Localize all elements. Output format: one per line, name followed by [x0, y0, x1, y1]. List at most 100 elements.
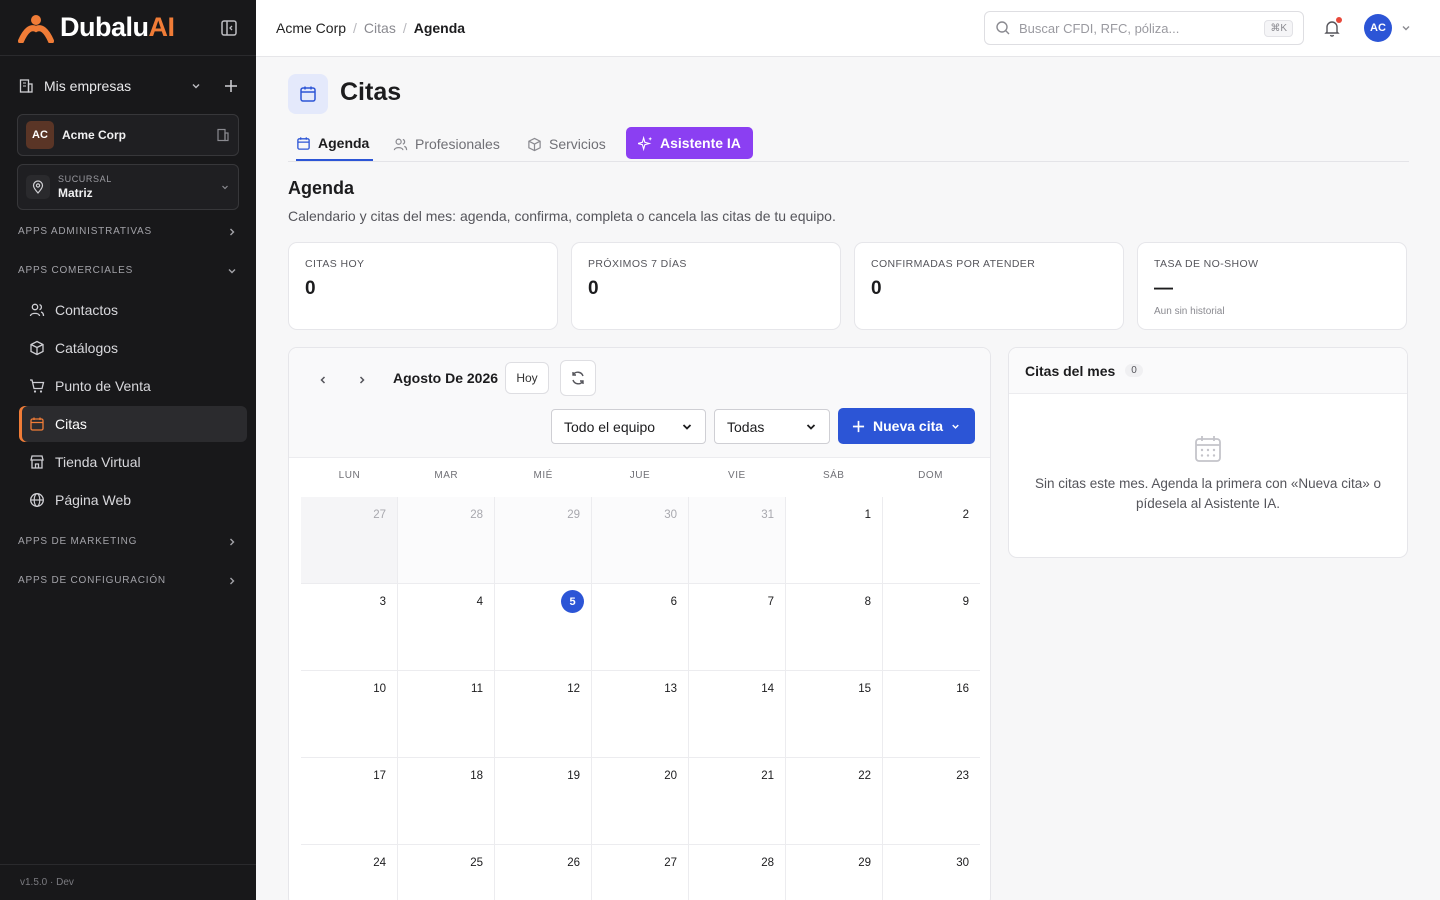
day-number: 11 [471, 683, 483, 695]
calendar-day-cell[interactable]: 16 [883, 671, 980, 758]
calendar-grid: 27 28 29 30 31 1 2 3 4 5 6 7 8 9 10 11 12 13 14 15 16 17 18 19 2… [301, 497, 980, 900]
chevron-right-icon [230, 538, 235, 545]
team-filter-select[interactable]: Todo el equipo [551, 409, 706, 444]
search-input[interactable]: Buscar CFDI, RFC, póliza... ⌘K [984, 11, 1304, 45]
chevron-down-icon[interactable] [190, 80, 202, 92]
day-number: 2 [962, 509, 969, 521]
calendar-day-cell[interactable]: 1 [786, 497, 883, 584]
branch-selector[interactable]: SUCURSAL Matriz [17, 164, 239, 210]
calendar-day-cell[interactable]: 18 [398, 758, 495, 845]
tab-asistente-ia[interactable]: Asistente IA [626, 127, 753, 159]
sidebar-item-contactos[interactable]: Contactos [19, 292, 247, 328]
building-icon [217, 128, 229, 142]
calendar-day-cell[interactable]: 3 [301, 584, 398, 671]
calendar-day-cell[interactable]: 23 [883, 758, 980, 845]
day-number: 15 [858, 683, 871, 695]
tab-servicios[interactable]: Servicios [527, 127, 606, 161]
day-number: 1 [864, 509, 871, 521]
status-filter-select[interactable]: Todas [714, 409, 830, 444]
calendar-day-cell[interactable]: 30 [592, 497, 689, 584]
calendar-day-cell[interactable]: 8 [786, 584, 883, 671]
calendar-day-cell[interactable]: 27 [301, 497, 398, 584]
globe-icon [30, 493, 44, 507]
calendar-day-cell[interactable]: 11 [398, 671, 495, 758]
brand-logo-icon [18, 14, 54, 43]
plus-icon[interactable] [224, 79, 238, 93]
new-appointment-button[interactable]: Nueva cita [838, 408, 975, 444]
day-number: 26 [567, 857, 580, 869]
tab-bar: Agenda Profesionales Servicios Asistente… [288, 127, 1409, 162]
weekday-label: MIÉ [533, 470, 553, 481]
calendar-day-cell[interactable]: 28 [398, 497, 495, 584]
calendar-empty-icon [1195, 436, 1221, 462]
breadcrumb-item[interactable]: Acme Corp [276, 20, 346, 36]
brand-name[interactable]: DubaluAI [60, 12, 175, 43]
tab-label: Servicios [549, 136, 606, 152]
calendar-day-cell[interactable]: 2 [883, 497, 980, 584]
group-apps-marketing[interactable]: APPS DE MARKETING [0, 522, 256, 561]
breadcrumb-item[interactable]: Citas [364, 20, 396, 36]
calendar-week-row: 17 18 19 20 21 22 23 [301, 758, 980, 845]
today-button[interactable]: Hoy [505, 362, 549, 394]
sidebar-item-tienda-virtual[interactable]: Tienda Virtual [19, 444, 247, 480]
panel-title: Citas del mes [1025, 362, 1116, 379]
calendar-day-cell[interactable]: 21 [689, 758, 786, 845]
sidebar-item-catalogos[interactable]: Catálogos [19, 330, 247, 366]
day-number: 17 [373, 770, 386, 782]
calendar-day-cell[interactable]: 24 [301, 845, 398, 900]
calendar-day-cell[interactable]: 14 [689, 671, 786, 758]
calendar-day-cell[interactable]: 15 [786, 671, 883, 758]
group-apps-administrativas[interactable]: APPS ADMINISTRATIVAS [0, 212, 256, 251]
section-description: Calendario y citas del mes: agenda, conf… [288, 208, 836, 224]
next-month-button[interactable] [352, 370, 372, 390]
day-number: 21 [761, 770, 774, 782]
calendar-day-cell[interactable]: 20 [592, 758, 689, 845]
calendar-day-cell[interactable]: 4 [398, 584, 495, 671]
calendar-toolbar: Agosto De 2026 Hoy Todo el equipo Todas … [289, 348, 990, 458]
company-selector[interactable]: AC Acme Corp [17, 114, 239, 156]
breadcrumb-separator: / [353, 20, 357, 36]
calendar-day-cell[interactable]: 17 [301, 758, 398, 845]
prev-month-button[interactable] [313, 370, 333, 390]
calendar-day-cell[interactable]: 29 [786, 845, 883, 900]
search-shortcut: ⌘K [1264, 19, 1293, 37]
user-avatar[interactable]: AC [1364, 14, 1392, 42]
day-number: 20 [664, 770, 677, 782]
calendar-day-cell[interactable]: 26 [495, 845, 592, 900]
calendar-day-cell[interactable]: 29 [495, 497, 592, 584]
calendar-day-cell[interactable]: 13 [592, 671, 689, 758]
group-apps-configuracion[interactable]: APPS DE CONFIGURACIÓN [0, 561, 256, 600]
chevron-down-icon [228, 268, 236, 273]
refresh-button[interactable] [560, 360, 596, 396]
calendar-day-cell[interactable]: 31 [689, 497, 786, 584]
kpi-subtext: Aun sin historial [1154, 306, 1225, 317]
calendar-day-cell[interactable]: 6 [592, 584, 689, 671]
group-apps-comerciales[interactable]: APPS COMERCIALES [0, 251, 256, 290]
tab-profesionales[interactable]: Profesionales [393, 127, 500, 161]
sidebar-item-punto-de-venta[interactable]: Punto de Venta [19, 368, 247, 404]
calendar-day-cell[interactable]: 28 [689, 845, 786, 900]
count-badge: 0 [1125, 364, 1143, 377]
weekday-label: MAR [434, 470, 459, 481]
calendar-day-cell[interactable]: 19 [495, 758, 592, 845]
calendar-day-cell[interactable]: 5 [495, 584, 592, 671]
calendar-day-cell[interactable]: 27 [592, 845, 689, 900]
mis-empresas-row[interactable]: Mis empresas [0, 58, 256, 114]
calendar-day-cell[interactable]: 12 [495, 671, 592, 758]
day-number: 7 [767, 596, 774, 608]
kpi-label: CONFIRMADAS POR ATENDER [871, 258, 1036, 270]
calendar-day-cell[interactable]: 7 [689, 584, 786, 671]
calendar-week-row: 10 11 12 13 14 15 16 [301, 671, 980, 758]
group-label: APPS ADMINISTRATIVAS [18, 226, 152, 237]
calendar-day-cell[interactable]: 9 [883, 584, 980, 671]
chevron-down-icon[interactable] [1400, 22, 1412, 34]
sidebar-collapse-icon[interactable] [220, 19, 238, 37]
sidebar-item-pagina-web[interactable]: Página Web [19, 482, 247, 518]
sidebar-item-citas[interactable]: Citas [19, 406, 247, 442]
calendar-day-cell[interactable]: 22 [786, 758, 883, 845]
calendar-day-cell[interactable]: 30 [883, 845, 980, 900]
calendar-day-cell[interactable]: 10 [301, 671, 398, 758]
panel-header: Citas del mes 0 [1009, 348, 1407, 394]
tab-agenda[interactable]: Agenda [296, 127, 374, 161]
calendar-day-cell[interactable]: 25 [398, 845, 495, 900]
